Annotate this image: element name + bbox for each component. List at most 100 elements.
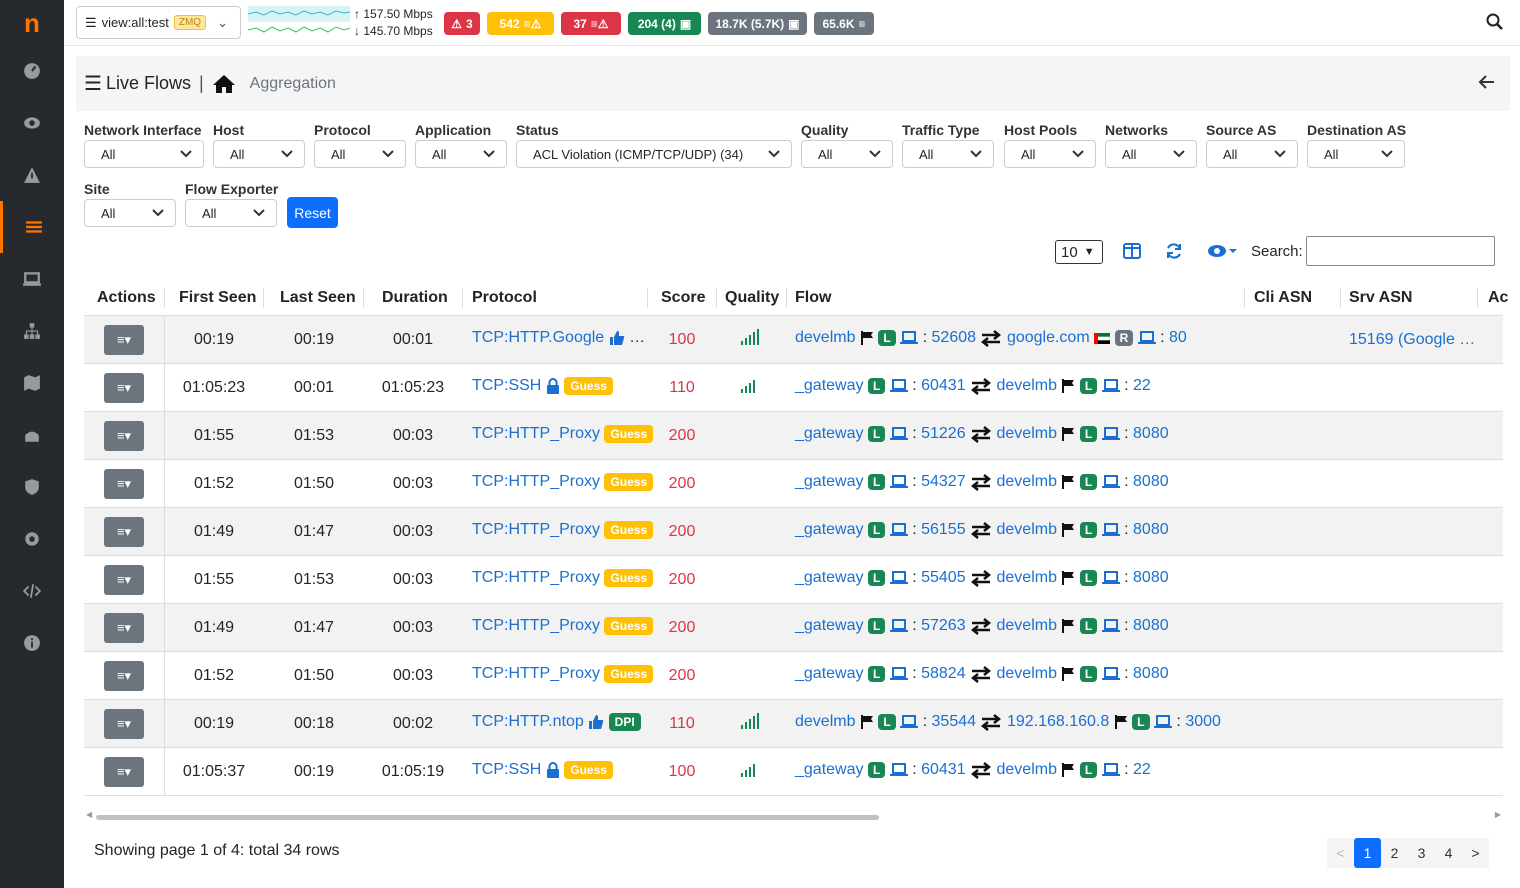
networks-select[interactable]: All [1105, 140, 1197, 168]
protocol-link[interactable]: TCP:HTTP_Proxy [472, 569, 600, 586]
page-1[interactable]: 1 [1354, 838, 1381, 868]
page-2[interactable]: 2 [1381, 838, 1408, 868]
eye-icon[interactable] [0, 97, 64, 149]
col-srv-asn[interactable]: Srv ASN [1349, 289, 1412, 307]
columns-icon[interactable] [1123, 242, 1141, 260]
hosts-icon[interactable] [0, 253, 64, 305]
row-actions-button[interactable]: ≡▾ [104, 373, 144, 403]
server-port-link[interactable]: 8080 [1133, 521, 1169, 538]
page-3[interactable]: 3 [1408, 838, 1435, 868]
quality-select[interactable]: All [801, 140, 893, 168]
flows-badge[interactable]: 65.6K ≡ [814, 12, 874, 35]
col-cli-asn[interactable]: Cli ASN [1254, 289, 1312, 307]
protocol-link[interactable]: TCP:HTTP_Proxy [472, 617, 600, 634]
protocol-link[interactable]: TCP:HTTP_Proxy [472, 425, 600, 442]
horizontal-scrollbar[interactable]: ◀ ▶ [84, 808, 1503, 824]
row-actions-button[interactable]: ≡▾ [104, 325, 144, 355]
col-more[interactable]: Ac [1488, 289, 1508, 307]
server-port-link[interactable]: 8080 [1133, 473, 1169, 490]
server-host-link[interactable]: develmb [997, 617, 1057, 634]
menu-icon[interactable]: ☰ [84, 71, 102, 96]
server-port-link[interactable]: 8080 [1133, 425, 1169, 442]
destination-as-select[interactable]: All [1307, 140, 1405, 168]
page-4[interactable]: 4 [1435, 838, 1462, 868]
client-host-link[interactable]: _gateway [795, 473, 864, 490]
client-host-link[interactable]: _gateway [795, 761, 864, 778]
col-first-seen[interactable]: First Seen [179, 289, 256, 307]
interface-selector[interactable]: ☰ view:all:test ZMQ ⌄ [76, 6, 241, 39]
arrow-left-icon[interactable] [1478, 73, 1496, 91]
server-host-link[interactable]: google.com [1007, 329, 1090, 346]
server-port-link[interactable]: 8080 [1133, 665, 1169, 682]
server-host-link[interactable]: develmb [997, 665, 1057, 682]
client-port-link[interactable]: 52608 [932, 329, 977, 346]
protocol-link[interactable]: TCP:SSH [472, 377, 541, 394]
scrollbar-thumb[interactable] [96, 815, 879, 820]
aggregation-link[interactable]: Aggregation [250, 75, 336, 93]
col-protocol[interactable]: Protocol [472, 289, 537, 307]
local-hosts-badge[interactable]: 204 (4) ▣ [628, 12, 701, 35]
home-icon[interactable] [212, 74, 236, 94]
traffic-type-select[interactable]: All [902, 140, 994, 168]
srv-asn-link[interactable]: 15169 (Google … [1349, 331, 1475, 349]
gear-icon[interactable] [0, 513, 64, 565]
client-host-link[interactable]: _gateway [795, 377, 864, 394]
scroll-right-icon[interactable]: ▶ [1495, 810, 1501, 819]
client-host-link[interactable]: develmb [795, 713, 855, 730]
protocol-link[interactable]: TCP:SSH [472, 761, 541, 778]
row-actions-button[interactable]: ≡▾ [104, 421, 144, 451]
page-next[interactable]: > [1462, 838, 1489, 868]
col-score[interactable]: Score [661, 289, 705, 307]
col-duration[interactable]: Duration [382, 289, 448, 307]
ntop-logo[interactable]: n [0, 0, 64, 46]
visibility-dropdown-icon[interactable] [1207, 242, 1239, 260]
client-host-link[interactable]: develmb [795, 329, 855, 346]
site-select[interactable]: All [84, 199, 176, 227]
info-icon[interactable] [0, 617, 64, 669]
application-select[interactable]: All [415, 140, 507, 168]
client-port-link[interactable]: 51226 [921, 425, 966, 442]
server-port-link[interactable]: 8080 [1133, 569, 1169, 586]
flow-exporter-select[interactable]: All [185, 199, 277, 227]
host-pools-select[interactable]: All [1004, 140, 1096, 168]
server-port-link[interactable]: 22 [1133, 761, 1151, 778]
server-host-link[interactable]: develmb [997, 521, 1057, 538]
client-port-link[interactable]: 60431 [921, 761, 966, 778]
page-prev[interactable]: < [1327, 838, 1354, 868]
client-host-link[interactable]: _gateway [795, 425, 864, 442]
row-actions-button[interactable]: ≡▾ [104, 757, 144, 787]
code-icon[interactable] [0, 565, 64, 617]
server-host-link[interactable]: develmb [997, 569, 1057, 586]
hosts-badge[interactable]: 18.7K (5.7K) ▣ [708, 12, 807, 35]
server-host-link[interactable]: develmb [997, 425, 1057, 442]
dashboard-icon[interactable] [0, 45, 64, 97]
host-select[interactable]: All [213, 140, 305, 168]
refresh-icon[interactable] [1165, 242, 1183, 260]
row-actions-button[interactable]: ≡▾ [104, 613, 144, 643]
protocol-link[interactable]: TCP:HTTP_Proxy [472, 665, 600, 682]
server-port-link[interactable]: 22 [1133, 377, 1151, 394]
flow-errors-badge[interactable]: 37 ≡⚠ [561, 12, 621, 35]
row-actions-button[interactable]: ≡▾ [104, 517, 144, 547]
interfaces-icon[interactable] [0, 409, 64, 461]
col-quality[interactable]: Quality [725, 289, 779, 307]
client-port-link[interactable]: 55405 [921, 569, 966, 586]
client-port-link[interactable]: 57263 [921, 617, 966, 634]
map-icon[interactable] [0, 357, 64, 409]
scroll-left-icon[interactable]: ◀ [86, 810, 92, 819]
client-host-link[interactable]: _gateway [795, 665, 864, 682]
col-actions[interactable]: Actions [97, 289, 156, 307]
client-port-link[interactable]: 56155 [921, 521, 966, 538]
client-port-link[interactable]: 35544 [932, 713, 977, 730]
server-port-link[interactable]: 8080 [1133, 617, 1169, 634]
client-host-link[interactable]: _gateway [795, 617, 864, 634]
network-interface-select[interactable]: All [84, 140, 204, 168]
col-flow[interactable]: Flow [795, 289, 831, 307]
server-port-link[interactable]: 80 [1169, 329, 1187, 346]
server-port-link[interactable]: 3000 [1185, 713, 1221, 730]
search-input[interactable] [1306, 236, 1495, 266]
server-host-link[interactable]: develmb [997, 761, 1057, 778]
search-icon[interactable] [1486, 13, 1504, 31]
reset-button[interactable]: Reset [287, 197, 338, 228]
client-host-link[interactable]: _gateway [795, 521, 864, 538]
